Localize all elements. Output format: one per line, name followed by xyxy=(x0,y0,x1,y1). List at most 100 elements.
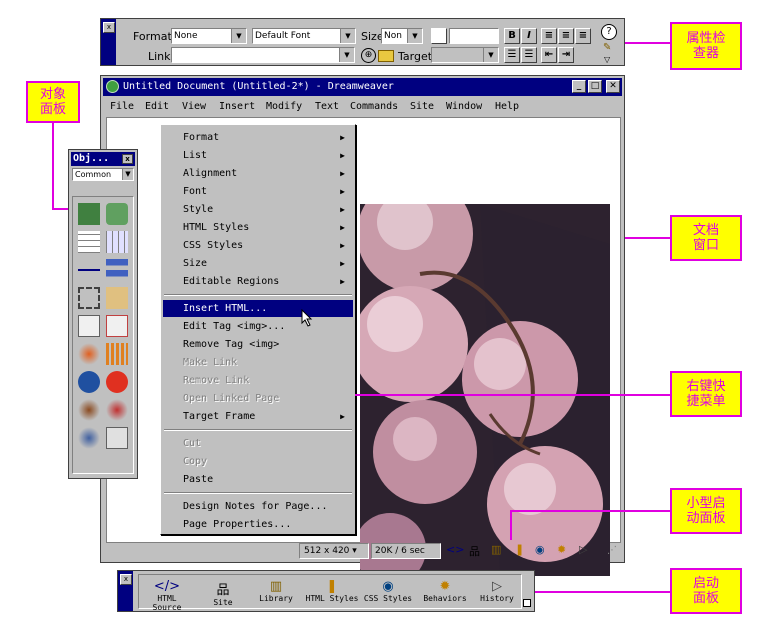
menu-commands[interactable]: Commands xyxy=(350,101,398,112)
quick-tag-editor-icon[interactable]: ✎ xyxy=(603,42,615,53)
font-select[interactable]: Default Font ▼ xyxy=(252,28,356,44)
menu-insert[interactable]: Insert xyxy=(219,101,255,112)
window-title: Untitled Document (Untitled-2*) - Dreamw… xyxy=(123,81,394,92)
resize-grip-icon[interactable]: ⋰ xyxy=(607,545,617,556)
insert-image-icon[interactable] xyxy=(78,203,100,225)
launcher-css-styles[interactable]: ◉ CSS Styles xyxy=(363,579,413,603)
align-left-icon[interactable]: ≡ xyxy=(541,28,557,44)
menu-item-html-styles[interactable]: HTML Styles ▶ xyxy=(163,219,353,236)
panel-grip[interactable]: x xyxy=(101,19,116,65)
text-color-icon[interactable] xyxy=(431,28,447,44)
ordered-list-icon[interactable]: ☰ xyxy=(521,47,537,63)
close-button[interactable]: ✕ xyxy=(606,80,620,93)
title-bar[interactable]: Untitled Document (Untitled-2*) - Dreamw… xyxy=(103,78,622,96)
maximize-button[interactable]: □ xyxy=(588,80,602,93)
insert-rollover-image-icon[interactable] xyxy=(106,203,128,225)
menu-item-list[interactable]: List ▶ xyxy=(163,147,353,164)
history-icon[interactable]: ▷ xyxy=(579,543,587,556)
folder-icon[interactable] xyxy=(378,50,394,62)
insert-email-link-icon[interactable] xyxy=(78,315,100,337)
menu-item-remove-tag[interactable]: Remove Tag <img> xyxy=(163,336,353,353)
insert-table-icon[interactable] xyxy=(78,231,100,253)
launcher-behaviors[interactable]: ✹ Behaviors xyxy=(419,579,471,603)
close-icon[interactable]: x xyxy=(122,154,133,164)
object-icon-grid xyxy=(72,196,134,474)
menu-item-copy: Copy xyxy=(183,456,208,467)
menu-item-paste[interactable]: Paste xyxy=(163,471,353,488)
menu-item-target-frame[interactable]: Target Frame ▶ xyxy=(163,408,353,425)
outdent-icon[interactable]: ⇤ xyxy=(541,47,557,63)
point-to-file-icon[interactable]: ⊕ xyxy=(361,48,376,63)
menu-text[interactable]: Text xyxy=(315,101,339,112)
indent-icon[interactable]: ⇥ xyxy=(558,47,574,63)
launcher-site[interactable]: 品 Site xyxy=(201,579,245,607)
menu-item-design-notes[interactable]: Design Notes for Page... xyxy=(163,498,353,515)
insert-fireworks-html-icon[interactable] xyxy=(106,343,128,365)
insert-server-side-include-icon[interactable] xyxy=(106,427,128,449)
submenu-arrow-icon: ▶ xyxy=(340,187,345,196)
bold-button[interactable]: B xyxy=(504,28,520,44)
category-select[interactable]: Common ▼ xyxy=(72,168,134,181)
html-styles-icon[interactable]: ❚ xyxy=(515,543,524,556)
launcher-html-styles[interactable]: ❚ HTML Styles xyxy=(305,579,359,603)
launcher-html-source[interactable]: </> HTML Source xyxy=(141,579,193,612)
launcher-library[interactable]: ▥ Library xyxy=(253,579,299,603)
insert-shockwave-icon[interactable] xyxy=(78,371,100,393)
insert-plugin-icon[interactable] xyxy=(78,427,100,449)
unordered-list-icon[interactable]: ☰ xyxy=(504,47,520,63)
menu-item-font[interactable]: Font ▶ xyxy=(163,183,353,200)
menu-modify[interactable]: Modify xyxy=(266,101,302,112)
callout-mini-launcher: 小型启 动面板 xyxy=(670,488,742,534)
fruit-photo[interactable] xyxy=(360,204,610,576)
insert-activex-icon[interactable] xyxy=(106,399,128,421)
insert-generator-icon[interactable] xyxy=(106,371,128,393)
format-select[interactable]: None ▼ xyxy=(171,28,247,44)
link-field[interactable]: ▼ xyxy=(171,47,355,63)
css-styles-icon[interactable]: ◉ xyxy=(535,543,545,556)
launcher-orientation-icon[interactable] xyxy=(523,599,531,607)
target-select[interactable]: ▼ xyxy=(431,47,499,63)
insert-applet-icon[interactable] xyxy=(78,399,100,421)
align-right-icon[interactable]: ≡ xyxy=(575,28,591,44)
launcher-history[interactable]: ▷ History xyxy=(475,579,519,603)
menu-item-size[interactable]: Size ▶ xyxy=(163,255,353,272)
menu-window[interactable]: Window xyxy=(446,101,482,112)
menu-site[interactable]: Site xyxy=(410,101,434,112)
site-icon[interactable]: 品 xyxy=(469,543,480,559)
insert-tabular-data-icon[interactable] xyxy=(106,231,128,253)
menu-item-editable-regions[interactable]: Editable Regions ▶ xyxy=(163,273,353,290)
menu-item-alignment[interactable]: Alignment ▶ xyxy=(163,165,353,182)
insert-flash-icon[interactable] xyxy=(78,343,100,365)
close-icon[interactable]: x xyxy=(120,574,132,585)
size-select[interactable]: Non ▼ xyxy=(381,28,423,44)
insert-navigation-bar-icon[interactable] xyxy=(106,259,128,281)
menu-item-style[interactable]: Style ▶ xyxy=(163,201,353,218)
menu-item-edit-tag[interactable]: Edit Tag <img>... xyxy=(163,318,353,335)
html-source-icon[interactable]: <> xyxy=(446,543,464,556)
menu-view[interactable]: View xyxy=(182,101,206,112)
help-icon[interactable]: ? xyxy=(601,24,617,40)
behaviors-icon[interactable]: ✹ xyxy=(557,543,566,556)
menu-item-format[interactable]: Format ▶ xyxy=(163,129,353,146)
library-icon[interactable]: ▥ xyxy=(491,543,501,556)
menu-item-css-styles[interactable]: CSS Styles ▶ xyxy=(163,237,353,254)
close-icon[interactable]: x xyxy=(103,22,115,33)
minimize-button[interactable]: _ xyxy=(572,80,586,93)
insert-horizontal-rule-icon[interactable] xyxy=(78,259,100,281)
insert-date-icon[interactable] xyxy=(106,315,128,337)
menu-edit[interactable]: Edit xyxy=(145,101,169,112)
objects-panel-titlebar[interactable]: Obj... x xyxy=(71,152,135,166)
menu-file[interactable]: File xyxy=(110,101,134,112)
align-center-icon[interactable]: ≡ xyxy=(558,28,574,44)
menu-item-page-properties[interactable]: Page Properties... xyxy=(163,516,353,533)
panel-grip[interactable]: x xyxy=(118,571,133,611)
window-size-select[interactable]: 512 x 420 ▾ xyxy=(299,543,369,559)
italic-button[interactable]: I xyxy=(521,28,537,44)
expand-arrow-icon[interactable]: ▽ xyxy=(604,55,610,64)
insert-line-break-icon[interactable] xyxy=(106,287,128,309)
menu-item-insert-html[interactable]: Insert HTML... xyxy=(163,300,353,317)
text-color-field[interactable] xyxy=(449,28,499,44)
insert-layer-icon[interactable] xyxy=(78,287,100,309)
site-icon: 品 xyxy=(216,583,230,598)
menu-help[interactable]: Help xyxy=(495,101,519,112)
